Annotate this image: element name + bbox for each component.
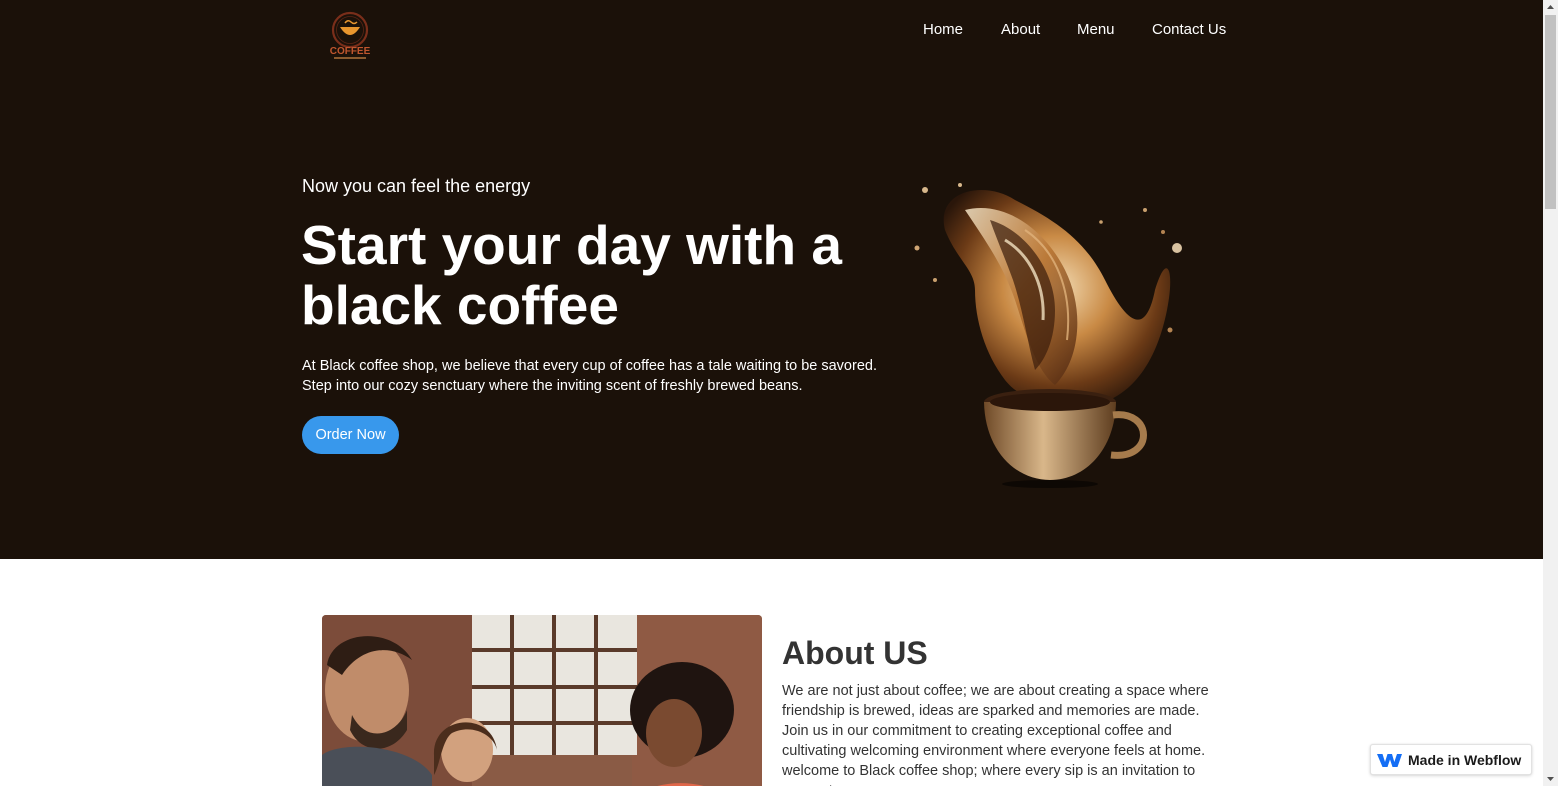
scroll-down-arrow-icon[interactable] <box>1543 772 1558 786</box>
webflow-icon <box>1377 754 1402 767</box>
svg-text:COFFEE: COFFEE <box>330 46 371 57</box>
order-now-button[interactable]: Order Now <box>302 416 399 454</box>
nav-about[interactable]: About <box>1001 21 1040 39</box>
nav-home[interactable]: Home <box>923 21 963 39</box>
about-text: We are not just about coffee; we are abo… <box>782 683 1209 786</box>
hero-section: COFFEE Home About Menu Contact Us Now yo… <box>0 0 1543 559</box>
main-nav: Home About Menu Contact Us <box>0 21 1543 41</box>
badge-label: Made in Webflow <box>1408 752 1522 768</box>
nav-contact-us[interactable]: Contact Us <box>1152 21 1226 39</box>
hero-eyebrow: Now you can feel the energy <box>302 176 531 196</box>
scroll-up-arrow-icon[interactable] <box>1543 0 1558 14</box>
made-in-webflow-badge[interactable]: Made in Webflow <box>1370 744 1532 775</box>
coffee-splash-cup-image <box>914 183 1182 488</box>
friends-in-cafe-photo <box>322 615 762 786</box>
page: COFFEE Home About Menu Contact Us Now yo… <box>0 0 1543 786</box>
vertical-scrollbar[interactable] <box>1543 0 1558 786</box>
scrollbar-thumb[interactable] <box>1545 15 1556 209</box>
hero-lead: At Black coffee shop, we believe that ev… <box>302 358 877 394</box>
hero-headline: Start your day with a black coffee <box>301 214 842 336</box>
nav-menu[interactable]: Menu <box>1077 21 1115 39</box>
about-title: About US <box>782 635 928 671</box>
